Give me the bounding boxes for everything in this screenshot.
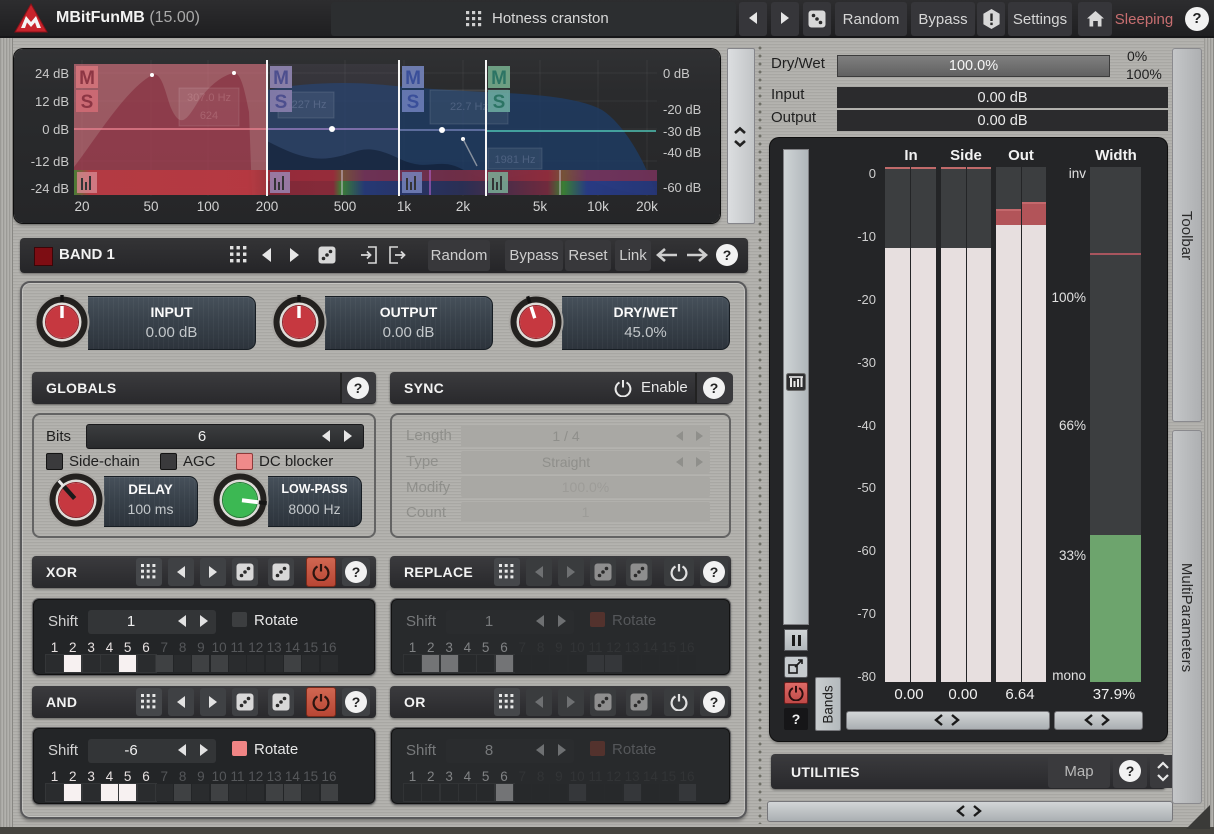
svg-text:12 dB: 12 dB [35, 94, 69, 109]
svg-text:M: M [79, 68, 95, 89]
svg-text:5k: 5k [533, 199, 548, 214]
svg-text:22.7 Hz: 22.7 Hz [450, 101, 488, 113]
svg-text:2k: 2k [456, 199, 471, 214]
svg-text:50: 50 [143, 199, 158, 214]
svg-text:0 dB: 0 dB [42, 122, 69, 137]
svg-text:-20 dB: -20 dB [663, 102, 701, 117]
svg-text:20: 20 [74, 199, 89, 214]
svg-text:S: S [81, 92, 94, 113]
svg-text:1981 Hz: 1981 Hz [495, 154, 536, 166]
svg-text:100: 100 [197, 199, 220, 214]
svg-text:-40 dB: -40 dB [663, 145, 701, 160]
svg-text:M: M [491, 68, 507, 89]
svg-text:1k: 1k [397, 199, 412, 214]
svg-text:M: M [405, 68, 421, 89]
svg-text:S: S [275, 92, 288, 113]
svg-text:-24 dB: -24 dB [31, 181, 69, 196]
svg-text:S: S [407, 92, 420, 113]
svg-text:-30 dB: -30 dB [663, 124, 701, 139]
svg-text:307.0 Hz: 307.0 Hz [187, 92, 231, 104]
svg-text:24 dB: 24 dB [35, 66, 69, 81]
svg-text:-12 dB: -12 dB [31, 154, 69, 169]
svg-text:500: 500 [334, 199, 357, 214]
svg-text:200: 200 [256, 199, 279, 214]
svg-text:0 dB: 0 dB [663, 66, 690, 81]
svg-text:-60 dB: -60 dB [663, 180, 701, 195]
svg-text:S: S [493, 92, 506, 113]
svg-text:624: 624 [200, 110, 218, 122]
svg-text:20k: 20k [636, 199, 658, 214]
svg-text:10k: 10k [587, 199, 609, 214]
svg-text:M: M [273, 68, 289, 89]
